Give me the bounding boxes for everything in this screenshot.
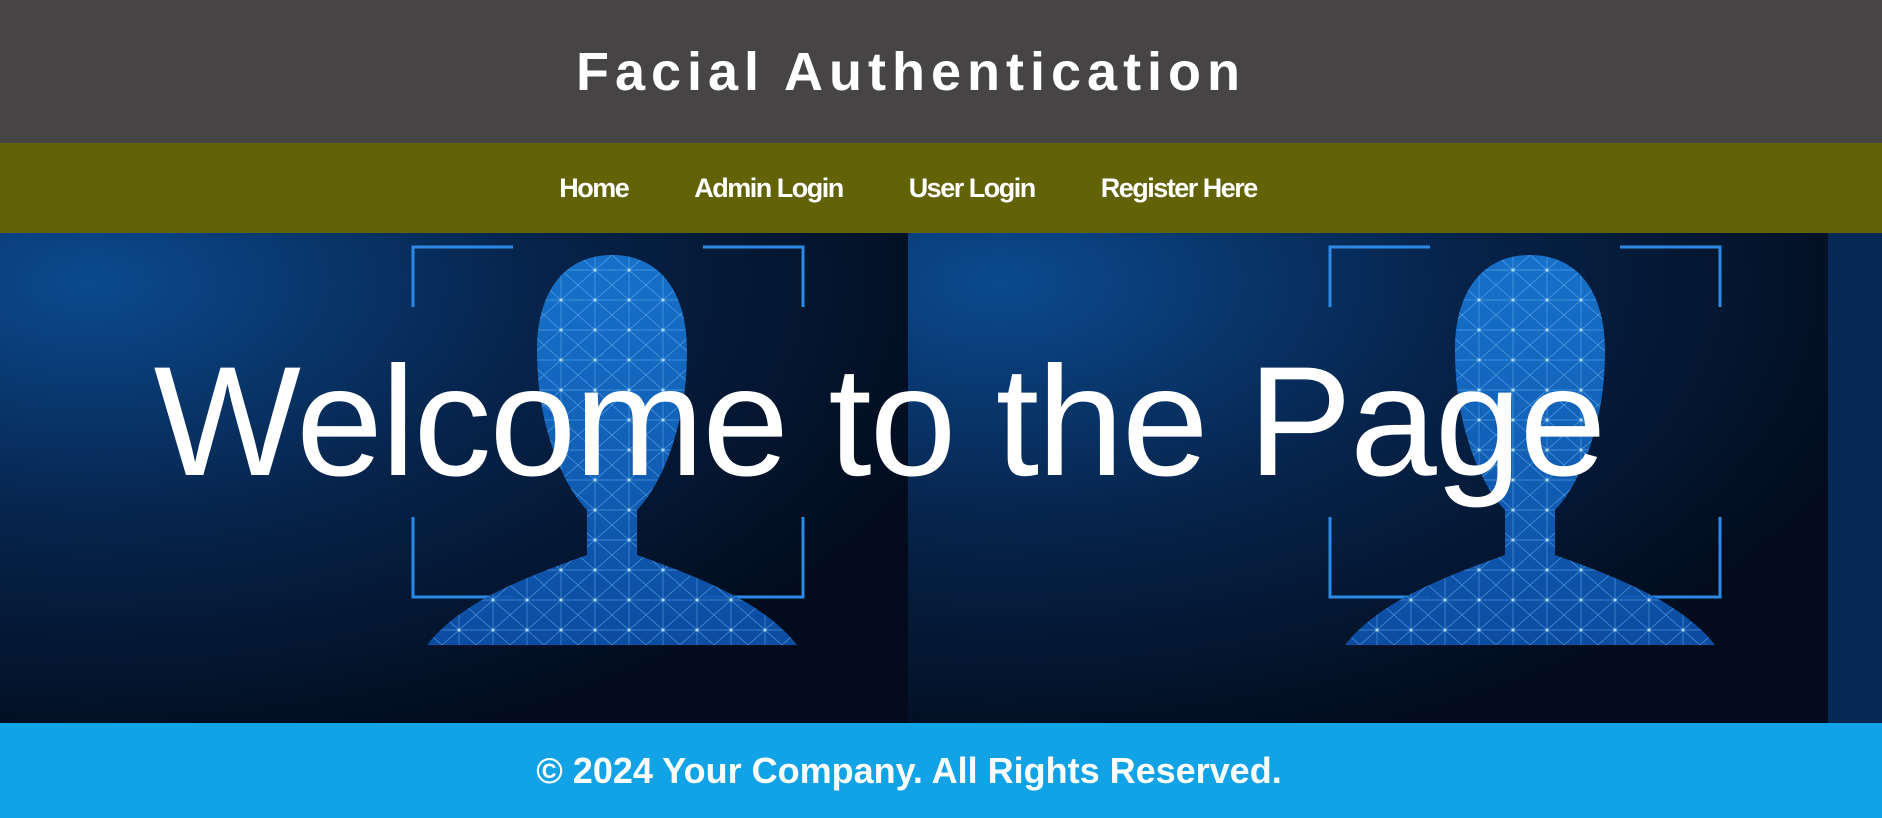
- nav-item-home: Home: [559, 173, 630, 204]
- main-nav: Home Admin Login User Login Register Her…: [0, 143, 1882, 233]
- hero-banner: Welcome to the Page: [0, 233, 1882, 723]
- site-header: Facial Authentication: [0, 0, 1882, 143]
- nav-link-register[interactable]: Register Here: [1101, 173, 1259, 203]
- nav-link-admin-login[interactable]: Admin Login: [694, 173, 844, 203]
- hero-heading: Welcome to the Page: [153, 335, 1607, 509]
- nav-link-home[interactable]: Home: [559, 173, 630, 203]
- site-footer: © 2024 Your Company. All Rights Reserved…: [0, 723, 1882, 818]
- copyright-text: © 2024 Your Company. All Rights Reserved…: [536, 749, 1282, 791]
- nav-item-admin-login: Admin Login: [694, 173, 844, 204]
- nav-item-register: Register Here: [1101, 173, 1259, 204]
- nav-item-user-login: User Login: [909, 173, 1037, 204]
- nav-list: Home Admin Login User Login Register Her…: [559, 173, 1259, 204]
- page-title: Facial Authentication: [575, 41, 1247, 102]
- nav-link-user-login[interactable]: User Login: [909, 173, 1037, 203]
